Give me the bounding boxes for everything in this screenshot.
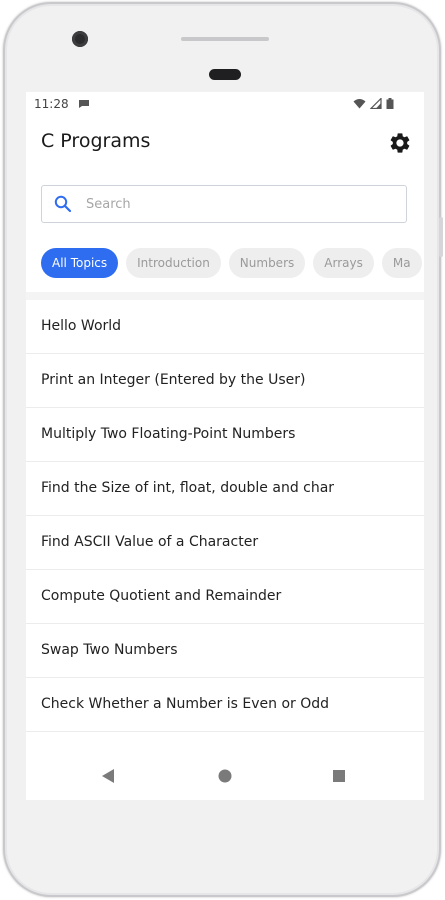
page-title: C Programs <box>41 130 151 152</box>
list-item[interactable]: Multiply Two Floating-Point Numbers <box>26 408 424 462</box>
search-input[interactable] <box>86 194 386 214</box>
cell-signal-icon <box>369 97 382 110</box>
back-triangle-icon <box>102 769 114 783</box>
recents-button[interactable] <box>329 766 349 786</box>
list-item[interactable]: Find ASCII Value of a Character <box>26 516 424 570</box>
chip-ma[interactable]: Ma <box>381 248 422 278</box>
wifi-icon <box>353 99 366 109</box>
chip-introduction[interactable]: Introduction <box>126 248 221 278</box>
status-icons <box>353 97 394 112</box>
back-button[interactable] <box>99 766 119 786</box>
front-camera <box>72 31 88 47</box>
list-item[interactable]: Check Whether a Number is Even or Odd <box>26 678 424 732</box>
status-bar: 11:28 <box>26 92 424 116</box>
home-circle-icon <box>218 769 232 783</box>
topic-filter-chips: All Topics Introduction Numbers Arrays Ma <box>41 248 424 278</box>
chip-arrays[interactable]: Arrays <box>313 248 374 278</box>
list-item[interactable]: Compute Quotient and Remainder <box>26 570 424 624</box>
navigation-bar <box>26 752 424 800</box>
topic-list: Hello World Print an Integer (Entered by … <box>26 300 424 732</box>
message-notification-icon <box>78 98 90 112</box>
phone-frame: 11:28 C Programs All TopicsIntroductionN… <box>3 2 443 897</box>
gear-icon <box>390 133 410 153</box>
list-divider <box>26 292 424 300</box>
speaker-grille <box>181 37 269 41</box>
settings-button[interactable] <box>388 131 412 155</box>
volume-button <box>439 217 443 257</box>
recents-square-icon <box>333 770 345 782</box>
battery-icon <box>386 98 394 109</box>
list-item[interactable]: Swap Two Numbers <box>26 624 424 678</box>
search-icon <box>54 195 72 217</box>
chip-all-topics[interactable]: All Topics <box>41 248 119 278</box>
screen: 11:28 C Programs All TopicsIntroductionN… <box>26 92 424 800</box>
list-item[interactable]: Find the Size of int, float, double and … <box>26 462 424 516</box>
list-item[interactable]: Print an Integer (Entered by the User) <box>26 354 424 408</box>
earpiece <box>209 69 241 80</box>
list-item[interactable]: Hello World <box>26 300 424 354</box>
search-field[interactable] <box>41 185 407 223</box>
home-button[interactable] <box>215 766 235 786</box>
status-time: 11:28 <box>34 97 69 111</box>
chip-numbers[interactable]: Numbers <box>228 248 306 278</box>
